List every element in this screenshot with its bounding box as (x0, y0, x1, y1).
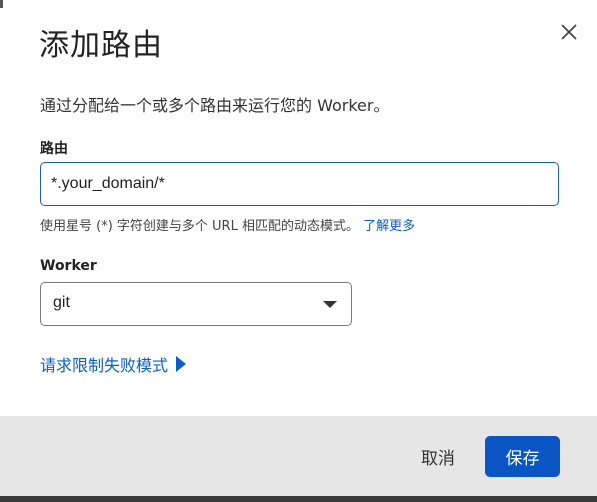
fail-mode-toggle[interactable]: 请求限制失败模式 (40, 352, 187, 376)
close-button[interactable] (555, 18, 583, 46)
dialog-title: 添加路由 (39, 28, 163, 63)
chevron-down-icon (323, 301, 337, 308)
save-button[interactable]: 保存 (485, 436, 560, 477)
add-route-dialog: 添加路由 通过分配给一个或多个路由来运行您的 Worker。 路由 使用星号 (… (0, 0, 597, 496)
triangle-right-icon (176, 356, 187, 372)
worker-select[interactable]: git (40, 282, 352, 326)
fail-mode-label: 请求限制失败模式 (40, 356, 169, 375)
learn-more-link[interactable]: 了解更多 (363, 219, 415, 234)
background-strip (0, 496, 597, 502)
worker-select-value: git (53, 294, 70, 311)
window-edge (0, 0, 3, 8)
route-help-text: 使用星号 (*) 字符创建与多个 URL 相匹配的动态模式。 了解更多 (40, 215, 415, 234)
worker-label: Worker (40, 258, 97, 274)
help-text-body: 使用星号 (*) 字符创建与多个 URL 相匹配的动态模式。 (40, 219, 359, 234)
close-icon (561, 24, 577, 40)
cancel-button[interactable]: 取消 (408, 436, 468, 476)
route-label: 路由 (40, 141, 68, 157)
route-input[interactable] (40, 162, 559, 206)
dialog-description: 通过分配给一个或多个路由来运行您的 Worker。 (40, 96, 390, 115)
